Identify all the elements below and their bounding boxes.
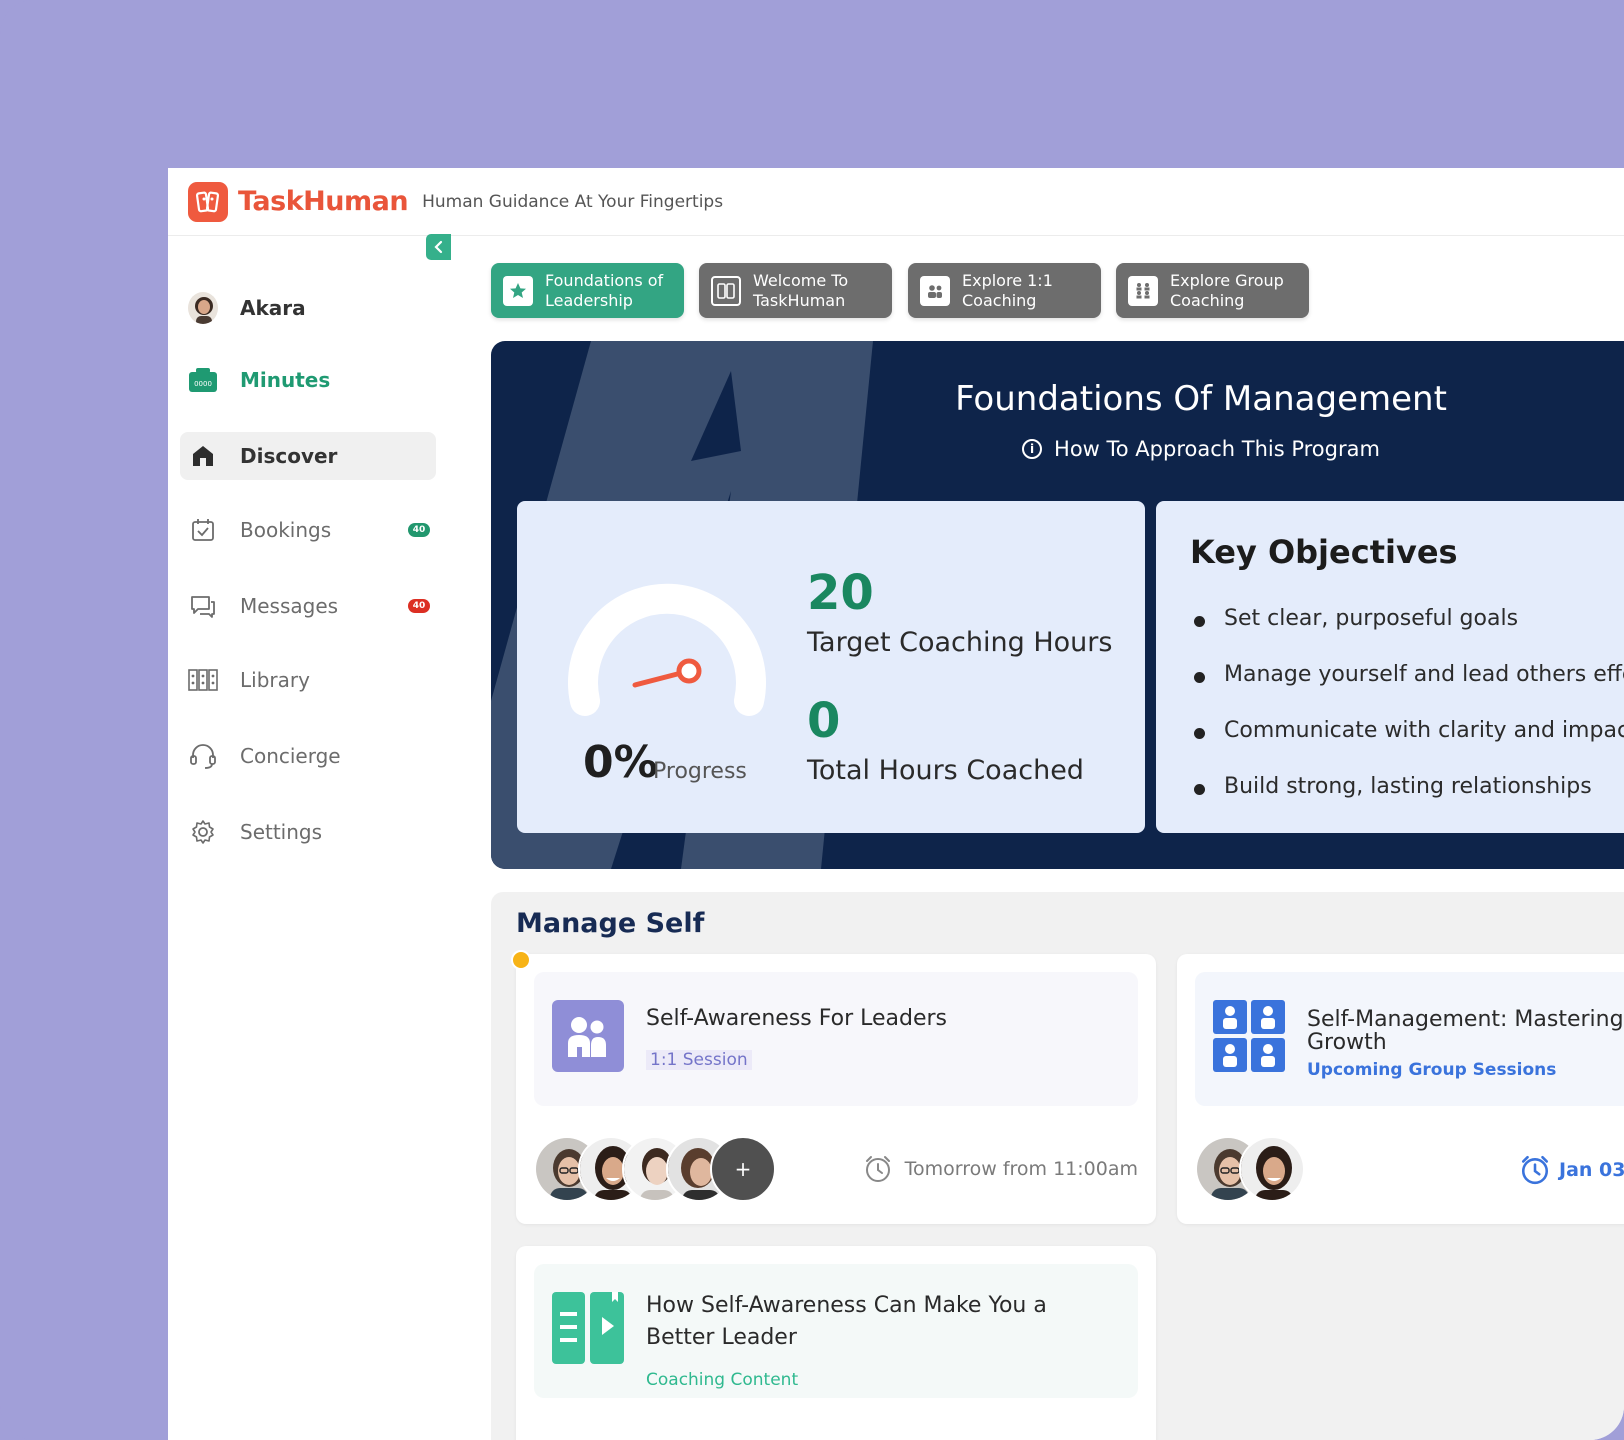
sidebar-item-messages[interactable]: Messages 40 bbox=[180, 582, 436, 630]
user-avatar bbox=[188, 292, 218, 324]
sidebar-item-library[interactable]: Library bbox=[180, 656, 436, 704]
sidebar-item-label: Settings bbox=[240, 820, 323, 844]
card-type: 1:1 Session bbox=[646, 1050, 752, 1070]
sidebar-item-label: Bookings bbox=[240, 518, 332, 542]
program-hero-banner: Foundations Of Management i How To Appro… bbox=[491, 341, 1624, 869]
card-title: Self-Awareness For Leaders bbox=[646, 1006, 947, 1031]
headset-icon bbox=[188, 741, 218, 771]
objective-item: Set clear, purposeful goals bbox=[1192, 606, 1624, 662]
progress-gauge bbox=[568, 583, 766, 716]
approach-program-link[interactable]: i How To Approach This Program bbox=[841, 437, 1561, 461]
group-icon bbox=[1128, 275, 1158, 306]
objective-item: Communicate with clarity and impact bbox=[1192, 718, 1624, 774]
group-session-icon bbox=[1213, 1000, 1285, 1072]
card-header: How Self-Awareness Can Make You a Better… bbox=[534, 1264, 1138, 1398]
content-card-self-awareness-leader[interactable]: How Self-Awareness Can Make You a Better… bbox=[516, 1246, 1156, 1440]
sidebar-item-bookings[interactable]: Bookings 40 bbox=[180, 506, 436, 554]
tab-label: Welcome To TaskHuman bbox=[753, 270, 849, 310]
card-header: Self-Awareness For Leaders 1:1 Session bbox=[534, 972, 1138, 1106]
coaching-content-book-icon bbox=[552, 1292, 624, 1364]
target-hours-value: 20 bbox=[807, 565, 874, 621]
alarm-clock-icon bbox=[865, 1156, 890, 1182]
app-window: TaskHuman Human Guidance At Your Fingert… bbox=[168, 168, 1624, 1440]
messages-count-badge: 40 bbox=[408, 599, 430, 613]
bookings-count-badge: 40 bbox=[408, 523, 430, 537]
svg-text:0000: 0000 bbox=[194, 380, 212, 388]
more-coaches-button[interactable]: + bbox=[710, 1136, 776, 1202]
card-type: Upcoming Group Sessions bbox=[1307, 1060, 1557, 1080]
coach-avatar[interactable] bbox=[1239, 1136, 1305, 1202]
sidebar-item-minutes[interactable]: 0000 Minutes bbox=[180, 356, 436, 404]
target-hours-label: Target Coaching Hours bbox=[807, 627, 1113, 658]
program-title: Foundations Of Management bbox=[955, 379, 1447, 419]
progress-label: Progress bbox=[653, 759, 747, 784]
library-icon bbox=[188, 665, 218, 695]
card-header: Self-Management: Mastering Growth Upcomi… bbox=[1195, 972, 1624, 1106]
sidebar-item-label: Concierge bbox=[240, 744, 341, 768]
progress-stats-card: 0% Progress 20 Target Coaching Hours 0 T… bbox=[517, 501, 1145, 833]
background-frame: TaskHuman Human Guidance At Your Fingert… bbox=[0, 0, 1624, 1440]
sidebar-item-concierge[interactable]: Concierge bbox=[180, 732, 436, 780]
tab-welcome-to-taskhuman[interactable]: Welcome To TaskHuman bbox=[699, 263, 892, 318]
coach-avatars bbox=[1195, 1136, 1305, 1202]
objective-item: Build strong, lasting relationships bbox=[1192, 774, 1624, 830]
people-icon bbox=[920, 275, 950, 306]
objective-item: Manage yourself and lead others effec bbox=[1192, 662, 1624, 718]
session-time: Tomorrow from 11:00am bbox=[863, 1154, 1138, 1184]
sidebar-item-label: Minutes bbox=[240, 368, 331, 392]
tab-label: Foundations of Leadership bbox=[545, 270, 664, 310]
chevron-left-icon bbox=[433, 240, 442, 254]
progress-percent: 0% bbox=[583, 737, 658, 788]
card-title: Self-Management: Mastering Growth bbox=[1307, 1007, 1624, 1055]
session-time: Jan 03, bbox=[1519, 1154, 1624, 1186]
info-icon: i bbox=[1022, 439, 1043, 459]
home-icon bbox=[188, 441, 218, 471]
key-objectives-card: Key Objectives Set clear, purposeful goa… bbox=[1156, 501, 1624, 833]
brand-tagline: Human Guidance At Your Fingertips bbox=[422, 191, 724, 212]
brand-name[interactable]: TaskHuman bbox=[238, 186, 409, 217]
sidebar-item-label: Discover bbox=[240, 444, 338, 468]
session-time-label: Jan 03, bbox=[1559, 1159, 1624, 1181]
tab-label: Explore Group Coaching bbox=[1170, 270, 1284, 310]
top-bar: TaskHuman Human Guidance At Your Fingert… bbox=[168, 168, 1624, 236]
tab-label: Explore 1:1 Coaching bbox=[962, 270, 1053, 310]
section-title: Manage Self bbox=[516, 908, 705, 939]
tab-foundations-of-leadership[interactable]: Foundations of Leadership bbox=[491, 263, 684, 318]
sidebar-user-profile[interactable]: Akara bbox=[180, 284, 436, 332]
session-card-self-awareness[interactable]: Self-Awareness For Leaders 1:1 Session +… bbox=[516, 954, 1156, 1224]
manage-self-section: Manage Self Self-Awareness For Leaders 1… bbox=[491, 892, 1624, 1440]
minutes-wallet-icon: 0000 bbox=[188, 365, 218, 395]
sidebar-item-label: Library bbox=[240, 668, 310, 692]
objectives-list: Set clear, purposeful goals Manage yours… bbox=[1192, 606, 1624, 830]
coached-hours-value: 0 bbox=[807, 693, 841, 749]
user-name: Akara bbox=[240, 296, 306, 320]
sidebar-item-settings[interactable]: Settings bbox=[180, 808, 436, 856]
objectives-title: Key Objectives bbox=[1190, 533, 1458, 571]
gear-icon bbox=[188, 817, 218, 847]
status-dot bbox=[511, 950, 531, 970]
sidebar-collapse-button[interactable] bbox=[426, 234, 451, 260]
star-icon bbox=[503, 275, 533, 306]
card-title: How Self-Awareness Can Make You a Better… bbox=[646, 1293, 1047, 1350]
approach-program-label: How To Approach This Program bbox=[1054, 437, 1380, 461]
calendar-check-icon bbox=[188, 515, 218, 545]
sidebar-item-discover[interactable]: Discover bbox=[180, 432, 436, 480]
session-time-label: Tomorrow from 11:00am bbox=[904, 1158, 1138, 1180]
alarm-clock-icon bbox=[1521, 1155, 1549, 1185]
coach-avatars: + bbox=[534, 1136, 776, 1202]
card-type: Coaching Content bbox=[646, 1370, 799, 1390]
session-card-self-management[interactable]: Self-Management: Mastering Growth Upcomi… bbox=[1177, 954, 1624, 1224]
taskhuman-logo-icon[interactable] bbox=[188, 181, 228, 222]
coached-hours-label: Total Hours Coached bbox=[807, 755, 1084, 786]
logo-icon bbox=[711, 275, 741, 306]
sidebar-item-label: Messages bbox=[240, 594, 339, 618]
tab-explore-group-coaching[interactable]: Explore Group Coaching bbox=[1116, 263, 1309, 318]
one-on-one-session-icon bbox=[552, 1000, 624, 1072]
chat-icon bbox=[188, 591, 218, 621]
tab-explore-1-1-coaching[interactable]: Explore 1:1 Coaching bbox=[908, 263, 1101, 318]
